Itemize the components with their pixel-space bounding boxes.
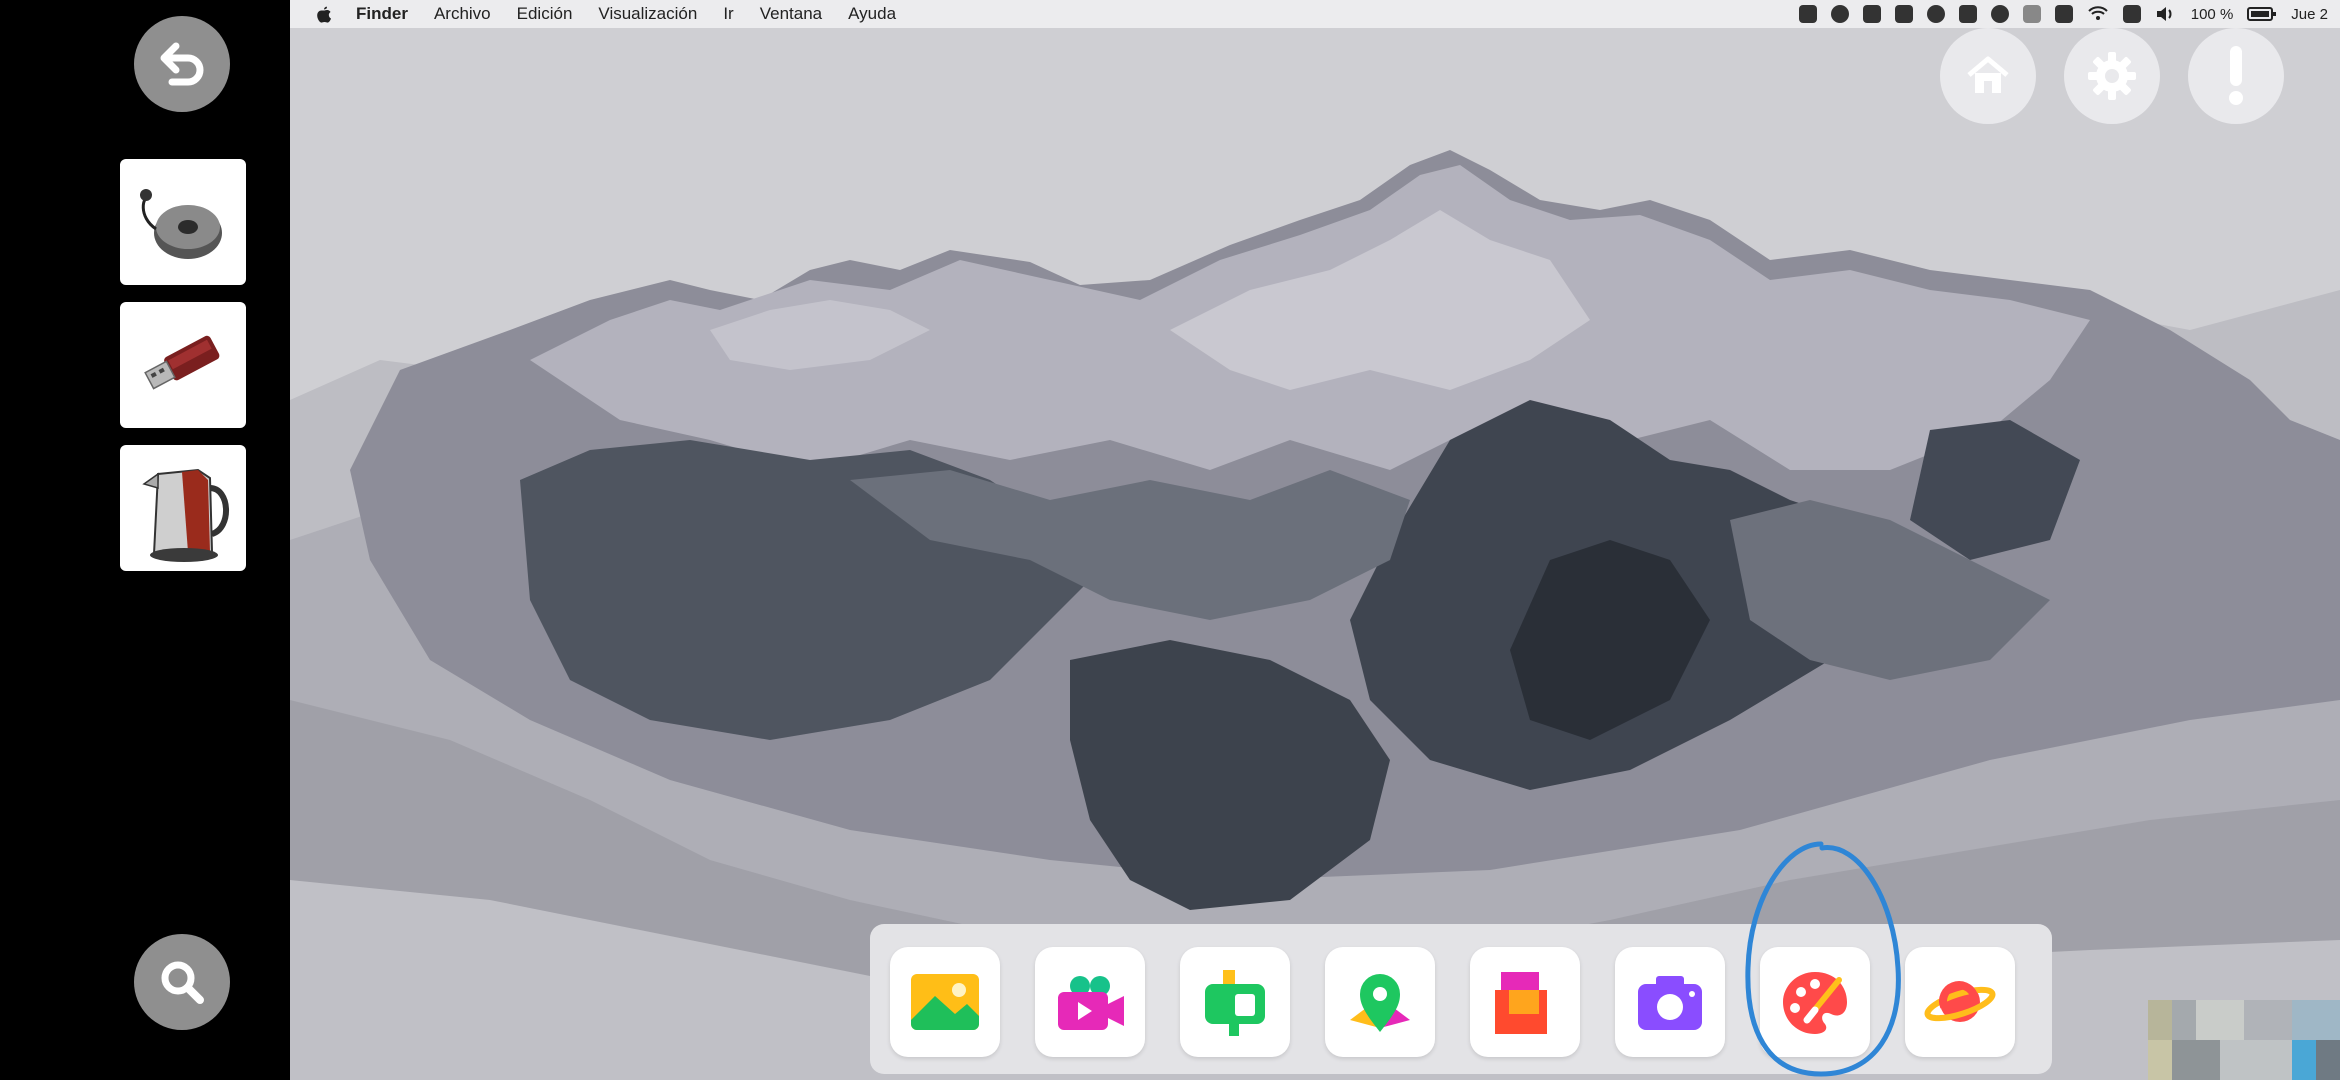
undo-arrow-icon <box>160 42 204 86</box>
exclamation-icon <box>2229 46 2243 105</box>
planet-icon <box>1924 981 1996 1022</box>
menu-archivo[interactable]: Archivo <box>434 4 491 24</box>
thumbnail-charger[interactable] <box>120 159 246 285</box>
airplay-icon[interactable] <box>2122 5 2141 23</box>
camera-icon <box>1638 976 1702 1030</box>
camera-app-button[interactable] <box>1615 947 1725 1057</box>
menu-visualizacion[interactable]: Visualización <box>598 4 697 24</box>
maps-app-button[interactable] <box>1325 947 1435 1057</box>
menu-ir[interactable]: Ir <box>723 4 733 24</box>
menu-ventana[interactable]: Ventana <box>760 4 822 24</box>
status-icon-2[interactable] <box>1830 5 1849 23</box>
gear-icon <box>2088 52 2136 100</box>
electric-kettle-image <box>142 468 229 562</box>
map-pin-icon <box>1350 974 1410 1032</box>
menubar-clock: Jue 2 <box>2291 5 2328 23</box>
mailbox-icon <box>1205 970 1265 1036</box>
search-icon <box>161 961 204 1004</box>
gallery-icon <box>911 974 979 1030</box>
home-icon <box>1967 56 2009 93</box>
blurred-corner-region <box>2148 1000 2340 1080</box>
gallery-app-button[interactable] <box>890 947 1000 1057</box>
status-icon-8[interactable] <box>2022 5 2041 23</box>
wireless-charger-image <box>140 189 222 259</box>
menu-ayuda[interactable]: Ayuda <box>848 4 896 24</box>
left-sidebar <box>0 0 290 1080</box>
status-icon-3[interactable] <box>1862 5 1881 23</box>
volume-icon[interactable] <box>2155 5 2177 23</box>
video-camera-icon <box>1058 976 1124 1030</box>
search-button[interactable] <box>134 934 230 1030</box>
alert-button[interactable] <box>2188 28 2284 124</box>
planet-app-button[interactable] <box>1905 947 2015 1057</box>
main-canvas: Finder Archivo Edición Visualización Ir … <box>290 0 2340 1080</box>
status-icon-4[interactable] <box>1894 5 1913 23</box>
back-button[interactable] <box>134 16 230 112</box>
thumbnail-usb[interactable] <box>120 302 246 428</box>
status-icon-6[interactable] <box>1958 5 1977 23</box>
status-icon-9[interactable] <box>2054 5 2073 23</box>
annotation-highlight-circle <box>1745 841 1901 1077</box>
status-area: 100 % Jue 2 <box>1798 0 2340 28</box>
mountain-background-image <box>290 0 2340 1080</box>
settings-button[interactable] <box>2064 28 2160 124</box>
video-app-button[interactable] <box>1035 947 1145 1057</box>
apple-logo-icon[interactable] <box>316 5 332 23</box>
battery-percent: 100 % <box>2190 5 2234 23</box>
thumbnail-kettle[interactable] <box>120 445 246 571</box>
menu-finder[interactable]: Finder <box>356 4 408 24</box>
mailbox-app-button[interactable] <box>1180 947 1290 1057</box>
time-machine-icon[interactable] <box>1990 5 2009 23</box>
layers-icon <box>1495 972 1547 1034</box>
menu-bar: Finder Archivo Edición Visualización Ir … <box>290 0 2340 28</box>
menu-edicion[interactable]: Edición <box>517 4 573 24</box>
home-button[interactable] <box>1940 28 2036 124</box>
wifi-icon[interactable] <box>2087 5 2109 23</box>
usb-flash-drive-image <box>144 335 220 390</box>
status-icon-5[interactable] <box>1926 5 1945 23</box>
battery-icon[interactable] <box>2247 6 2277 22</box>
status-icon-1[interactable] <box>1798 5 1817 23</box>
layers-app-button[interactable] <box>1470 947 1580 1057</box>
